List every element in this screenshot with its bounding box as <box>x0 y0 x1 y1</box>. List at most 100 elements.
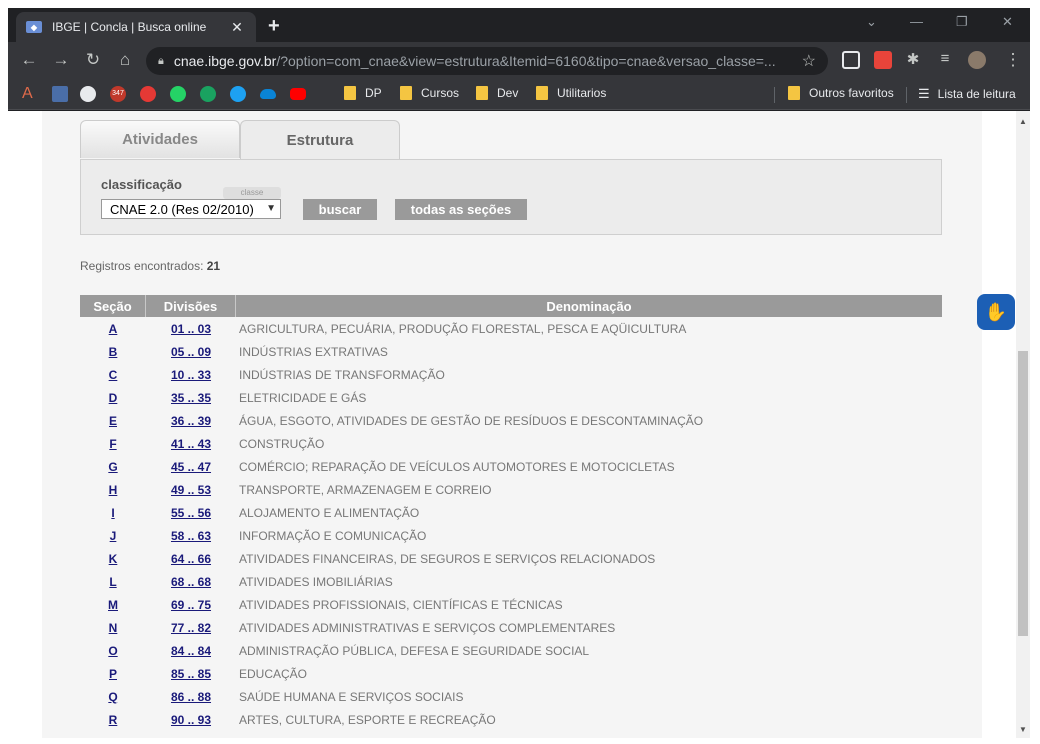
restore-icon[interactable]: ❐ <box>956 14 968 30</box>
bookmark-star-app-icon[interactable] <box>52 86 68 102</box>
classificacao-select[interactable]: CNAE 2.0 (Res 02/2010) ▼ <box>101 199 281 219</box>
denominacao-text: SAÚDE HUMANA E SERVIÇOS SOCIAIS <box>239 689 464 704</box>
denominacao-text: CONSTRUÇÃO <box>239 436 325 451</box>
url-text[interactable]: cnae.ibge.gov.br/?option=com_cnae&view=e… <box>174 53 796 69</box>
table-row: P 85 .. 85 EDUCAÇÃO <box>80 662 942 685</box>
select-value: CNAE 2.0 (Res 02/2010) <box>110 201 254 217</box>
secao-link[interactable]: Q <box>108 690 117 704</box>
secao-link[interactable]: L <box>109 575 116 589</box>
divisoes-link[interactable]: 41 .. 43 <box>171 437 211 451</box>
secao-link[interactable]: E <box>109 414 117 428</box>
extensions-puzzle-icon[interactable]: ✱ <box>902 50 924 68</box>
secao-link[interactable]: H <box>109 483 118 497</box>
denominacao-text: ATIVIDADES PROFISSIONAIS, CIENTÍFICAS E … <box>239 597 563 612</box>
classe-pill[interactable]: classe <box>223 187 281 199</box>
profile-avatar[interactable] <box>968 51 986 69</box>
secao-link[interactable]: D <box>109 391 118 405</box>
folder-icon <box>788 86 800 100</box>
reload-icon[interactable]: ↻ <box>82 50 104 70</box>
back-arrow-icon[interactable]: ← <box>18 50 40 70</box>
scroll-thumb[interactable] <box>1018 351 1028 636</box>
divisoes-link[interactable]: 68 .. 68 <box>171 575 211 589</box>
secao-link[interactable]: P <box>109 667 117 681</box>
secao-link[interactable]: F <box>109 437 116 451</box>
vlibras-hands-icon[interactable]: ✋ <box>977 294 1015 330</box>
vertical-scrollbar[interactable]: ▲ ▼ <box>1016 111 1030 738</box>
divisoes-link[interactable]: 69 .. 75 <box>171 598 211 612</box>
menu-kebab-icon[interactable]: ⋮ <box>1002 50 1024 70</box>
chevron-down-icon[interactable]: ⌄ <box>866 14 877 30</box>
divisoes-link[interactable]: 86 .. 88 <box>171 690 211 704</box>
bookmark-twitter-icon[interactable] <box>230 86 246 102</box>
bookmark-star-icon[interactable]: ☆ <box>802 51 816 71</box>
scroll-up-arrow-icon[interactable]: ▲ <box>1019 117 1027 126</box>
new-tab-button[interactable]: + <box>268 15 280 38</box>
denominacao-text: ADMINISTRAÇÃO PÚBLICA, DEFESA E SEGURIDA… <box>239 643 590 658</box>
secao-link[interactable]: K <box>109 552 118 566</box>
secao-link[interactable]: C <box>109 368 118 382</box>
bookmark-onedrive-icon[interactable] <box>260 89 276 99</box>
denominacao-text: TRANSPORTE, ARMAZENAGEM E CORREIO <box>239 482 492 497</box>
divisoes-link[interactable]: 64 .. 66 <box>171 552 211 566</box>
divisoes-link[interactable]: 90 .. 93 <box>171 713 211 727</box>
bookmark-counter-icon[interactable]: 347 <box>110 86 126 102</box>
table-row: M 69 .. 75 ATIVIDADES PROFISSIONAIS, CIENT… <box>80 593 942 616</box>
bookmark-folder-cursos[interactable]: Cursos <box>400 86 459 100</box>
secao-link[interactable]: O <box>108 644 117 658</box>
divisoes-link[interactable]: 85 .. 85 <box>171 667 211 681</box>
denominacao-text: ATIVIDADES FINANCEIRAS, DE SEGUROS E SER… <box>239 551 656 566</box>
bookmark-folder-utilitarios[interactable]: Utilitarios <box>536 86 606 100</box>
bookmark-whatsapp-icon[interactable] <box>170 86 186 102</box>
divisoes-link[interactable]: 55 .. 56 <box>171 506 211 520</box>
todas-secoes-button[interactable]: todas as seções <box>395 199 527 220</box>
table-row: K 64 .. 66 ATIVIDADES FINANCEIRAS, DE SEGU… <box>80 547 942 570</box>
secao-link[interactable]: I <box>111 506 114 520</box>
divisoes-link[interactable]: 49 .. 53 <box>171 483 211 497</box>
bookmark-youtube-icon[interactable] <box>290 88 306 100</box>
denominacao-text: EDUCAÇÃO <box>239 666 308 681</box>
reading-list-button[interactable]: ☰ Lista de leitura <box>918 86 1016 102</box>
lock-icon[interactable]: 🔒︎ <box>158 55 164 68</box>
minimize-icon[interactable]: — <box>910 14 923 29</box>
divisoes-link[interactable]: 94 .. 96 <box>171 736 211 739</box>
buscar-button[interactable]: buscar <box>303 199 377 220</box>
bookmark-github-icon[interactable] <box>80 86 96 102</box>
bookmark-green-app-icon[interactable] <box>200 86 216 102</box>
tab-estrutura[interactable]: Estrutura <box>240 120 400 160</box>
denominacao-text: ATIVIDADES ADMINISTRATIVAS E SERVIÇOS CO… <box>239 620 616 635</box>
address-bar[interactable]: 🔒︎ cnae.ibge.gov.br/?option=com_cnae&vie… <box>146 47 828 75</box>
home-icon[interactable]: ⌂ <box>114 50 136 70</box>
bookmark-red-app-icon[interactable] <box>140 86 156 102</box>
divisoes-link[interactable]: 01 .. 03 <box>171 322 211 336</box>
table-row: D 35 .. 35 ELETRICIDADE E GÁS <box>80 386 942 409</box>
secao-link[interactable]: R <box>109 713 118 727</box>
secao-link[interactable]: B <box>109 345 118 359</box>
forward-arrow-icon[interactable]: → <box>50 50 72 70</box>
secao-link[interactable]: S <box>109 736 117 739</box>
divisoes-link[interactable]: 58 .. 63 <box>171 529 211 543</box>
divisoes-link[interactable]: 05 .. 09 <box>171 345 211 359</box>
divisoes-link[interactable]: 36 .. 39 <box>171 414 211 428</box>
divisoes-link[interactable]: 35 .. 35 <box>171 391 211 405</box>
browser-tab[interactable]: ◆ IBGE | Concla | Busca online ✕ <box>16 12 256 42</box>
tab-atividades[interactable]: Atividades <box>80 120 240 158</box>
extension-window-icon[interactable] <box>842 51 860 69</box>
bookmark-folder-dp[interactable]: DP <box>344 86 382 100</box>
divisoes-link[interactable]: 45 .. 47 <box>171 460 211 474</box>
reading-mode-icon[interactable]: ≡ <box>934 50 956 67</box>
secao-link[interactable]: M <box>108 598 118 612</box>
divisoes-link[interactable]: 84 .. 84 <box>171 644 211 658</box>
secao-link[interactable]: J <box>110 529 117 543</box>
scroll-down-arrow-icon[interactable]: ▼ <box>1019 725 1027 734</box>
secao-link[interactable]: A <box>109 322 118 336</box>
secao-link[interactable]: G <box>108 460 117 474</box>
divisoes-link[interactable]: 77 .. 82 <box>171 621 211 635</box>
close-window-icon[interactable]: ✕ <box>1002 14 1013 30</box>
close-tab-icon[interactable]: ✕ <box>228 19 246 36</box>
bookmark-a-icon[interactable]: A <box>22 86 38 102</box>
bookmark-folder-dev[interactable]: Dev <box>476 86 518 100</box>
bookmark-folder-outros-favoritos[interactable]: Outros favoritos <box>788 86 894 100</box>
extension-youtube-icon[interactable] <box>874 51 892 69</box>
divisoes-link[interactable]: 10 .. 33 <box>171 368 211 382</box>
secao-link[interactable]: N <box>109 621 118 635</box>
